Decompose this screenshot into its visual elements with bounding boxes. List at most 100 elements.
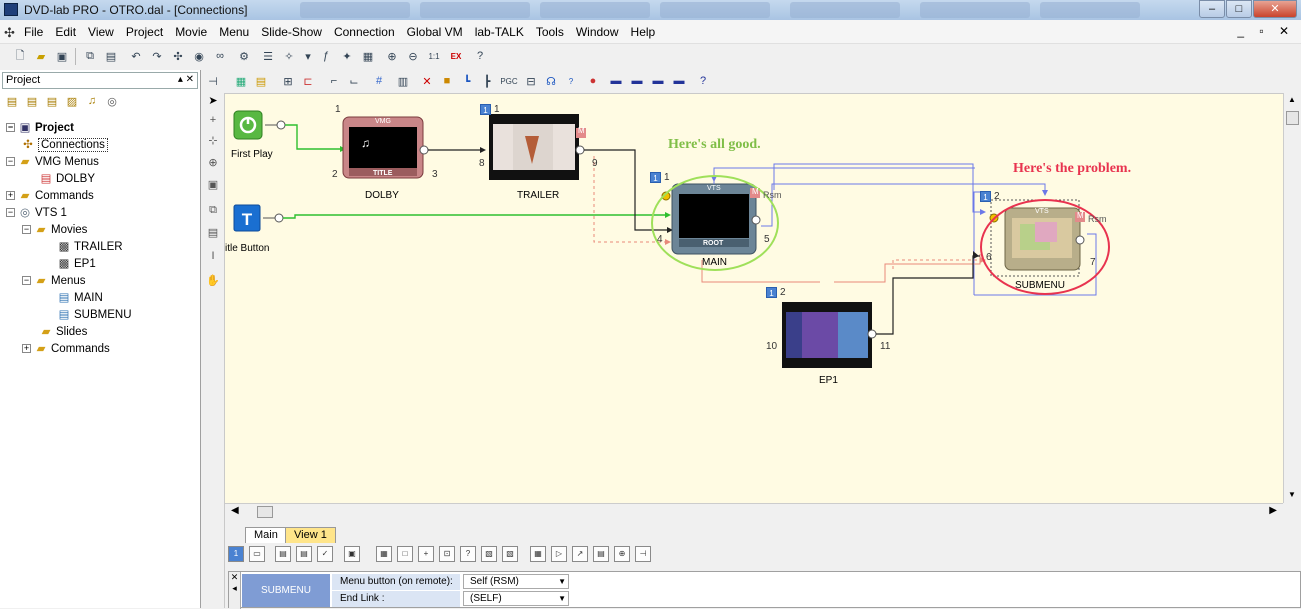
collapse-icon[interactable]: − [6,157,15,167]
prop-icon[interactable]: ⊣ [635,546,651,562]
add-slide-icon[interactable]: ▤ [44,95,60,111]
mdi-connections-icon[interactable]: ✣ [4,25,15,41]
layout-icon[interactable]: ⊞ [280,73,296,89]
prop-icon[interactable]: ▧ [502,546,518,562]
st-icon[interactable]: ▬ [629,73,645,89]
expand-icon[interactable]: + [6,191,15,201]
save-icon[interactable]: ▣ [54,48,70,64]
add-vts-icon[interactable]: ◎ [104,95,120,111]
expand-icon[interactable]: + [22,344,31,354]
zoom-in-icon[interactable]: ⊕ [384,48,400,64]
add-audio-icon[interactable]: ♫ [84,95,100,111]
vertical-scrollbar[interactable]: ▲ ▼ [1283,93,1301,503]
maximize-button[interactable]: □ [1226,0,1252,18]
wand-icon[interactable]: ✧ [281,48,297,64]
zoom-out-icon[interactable]: ⊖ [405,48,421,64]
prop-icon[interactable]: ▷ [551,546,567,562]
prop-icon[interactable]: ↗ [572,546,588,562]
tree-item-dolby[interactable]: ▤ DOLBY [6,171,132,188]
help-icon[interactable]: ? [472,48,488,64]
prop-icon[interactable]: ⊡ [439,546,455,562]
connections-canvas[interactable]: T First Play itle Button 1 VMG ♫ TITLE 2… [225,93,1294,503]
hashgrid-icon[interactable]: # [371,73,387,89]
pgc-icon[interactable]: PGC [500,73,517,89]
tree-item-connections[interactable]: ✣ Connections [6,137,132,154]
link-add-icon[interactable]: ⊹ [205,134,221,150]
prop-icon[interactable]: ✓ [317,546,333,562]
prop-icon[interactable]: ▦ [530,546,546,562]
menu-button-select[interactable]: Self (RSM) ▼ [463,574,569,589]
menu-file[interactable]: File [24,25,43,39]
scroll-thumb[interactable] [1286,111,1299,125]
flow-icon[interactable]: ⊏ [300,73,316,89]
panel-close-icon[interactable]: ▴ ✕ [178,74,194,85]
tree-item-trailer[interactable]: ▩ TRAILER [6,239,132,256]
tree-item-vts-commands[interactable]: + ▰ Commands [6,341,132,358]
prop-icon[interactable]: ? [460,546,476,562]
prop-icon[interactable]: ▧ [481,546,497,562]
tree-item-vts1[interactable]: − ◎ VTS 1 [6,205,132,222]
scroll-left-icon[interactable]: ◀ [231,505,239,516]
collapse-icon[interactable]: − [6,208,15,218]
chevron-down-icon[interactable]: ▼ [558,592,566,605]
help2-icon[interactable]: ? [695,73,711,89]
menu-lab-talk[interactable]: lab-TALK [475,25,524,39]
grid-view-icon[interactable]: ▦ [233,73,249,89]
tree-item-movies[interactable]: − ▰ Movies [6,222,132,239]
collapse-icon[interactable]: − [22,225,31,235]
tree-item-ep1[interactable]: ▩ EP1 [6,256,132,273]
copy-icon[interactable]: ⧉ [82,48,98,64]
text-tool-icon[interactable]: I [205,250,221,266]
fp-icon[interactable]: ▬ [671,73,687,89]
undo-icon[interactable]: ↶ [128,48,144,64]
compile-icon[interactable]: ⚙ [236,48,252,64]
scroll-down-icon[interactable]: ▼ [1288,490,1296,499]
open-folder-icon[interactable]: ▰ [33,48,49,64]
route-icon[interactable]: ⌐ [326,73,342,89]
color-tool-icon[interactable]: ■ [439,73,455,89]
menu-view[interactable]: View [88,25,114,39]
menu-help[interactable]: Help [631,25,656,39]
menu-slide-show[interactable]: Slide-Show [261,25,322,39]
prop-icon[interactable]: ▤ [275,546,291,562]
object-icon[interactable]: ▭ [249,546,265,562]
menu-movie[interactable]: Movie [175,25,207,39]
formula-icon[interactable]: ƒ [318,48,334,64]
close-button[interactable]: ✕ [1253,0,1297,18]
connect-tool-icon[interactable]: ✣ [170,48,186,64]
layers-icon[interactable]: ▦ [360,48,376,64]
add-image-icon[interactable]: ▨ [64,95,80,111]
pro-ex-icon[interactable]: EX [448,48,464,64]
dfx-icon[interactable]: ✦ [339,48,355,64]
pin-icon[interactable]: ⊣ [205,73,221,89]
horizontal-scrollbar[interactable]: ◀ ▶ [225,503,1283,520]
prop-icon[interactable]: ▤ [296,546,312,562]
first-play-node[interactable] [233,110,263,140]
minimize-button[interactable]: – [1199,0,1225,18]
zoom-tool-icon[interactable]: ⊕ [205,156,221,172]
tree-item-menus[interactable]: − ▰ Menus [6,273,132,290]
number-icon[interactable]: 1 [228,546,244,562]
hand-tool-icon[interactable]: ✋ [205,274,221,290]
tt-icon[interactable]: ▬ [650,73,666,89]
add-movie-icon[interactable]: ▤ [24,95,40,111]
chevron-down-icon[interactable]: ▼ [558,575,566,588]
redo-icon[interactable]: ↷ [149,48,165,64]
split-icon[interactable]: ▥ [395,73,411,89]
add-menu-icon[interactable]: ▤ [4,95,20,111]
query-icon[interactable]: ? [563,73,579,89]
menu-link-icon[interactable]: ▣ [205,178,221,194]
menu-project[interactable]: Project [126,25,163,39]
dropdown-icon[interactable]: ▾ [300,48,316,64]
select-arrow-icon[interactable]: ➤ [205,94,221,110]
tree-item-vmg-menus[interactable]: − ▰ VMG Menus [6,154,132,171]
scroll-right-icon[interactable]: ▶ [1269,505,1277,516]
vm-icon[interactable]: ▬ [608,73,624,89]
menu-menu[interactable]: Menu [219,25,249,39]
tab-main[interactable]: Main [245,527,287,543]
prop-icon[interactable]: □ [397,546,413,562]
binoculars-icon[interactable]: ∞ [212,48,228,64]
menu-window[interactable]: Window [576,25,619,39]
menu-global-vm[interactable]: Global VM [407,25,463,39]
burn-disc-icon[interactable]: ◉ [191,48,207,64]
